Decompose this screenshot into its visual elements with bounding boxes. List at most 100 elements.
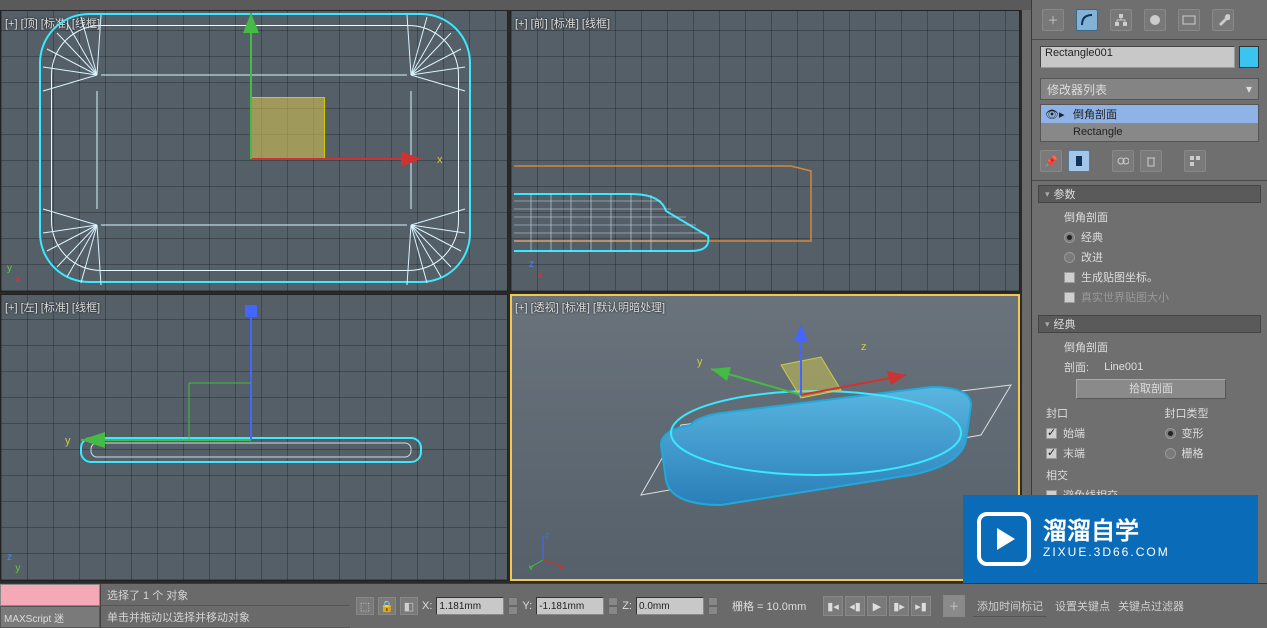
eye-icon[interactable]: 👁: [1045, 108, 1059, 121]
object-color-swatch[interactable]: [1239, 46, 1259, 68]
viewport-left[interactable]: [+] [左] [标准] [线框] y z y: [0, 294, 508, 581]
tab-motion[interactable]: [1144, 9, 1166, 31]
radio-classic[interactable]: 经典: [1046, 227, 1253, 247]
z-label: Z:: [622, 600, 632, 612]
add-time-tag-button[interactable]: 添加时间标记: [973, 596, 1047, 617]
mod-stack-item[interactable]: 👁 ▸ 倒角剖面: [1041, 105, 1258, 123]
y-input[interactable]: -1.181mm: [536, 597, 604, 615]
z-spinner[interactable]: [708, 597, 718, 615]
rollout-title: 经典: [1054, 316, 1076, 332]
front-profile: [511, 11, 1020, 292]
z-input[interactable]: 0.0mm: [636, 597, 704, 615]
mod-name: Rectangle: [1073, 126, 1123, 138]
radio-icon: [1064, 252, 1075, 263]
label-cap: 封口: [1046, 403, 1135, 423]
unique-icon: [1117, 155, 1129, 167]
checkbox-icon: [1046, 448, 1057, 459]
status-bar: MAXScript 迷 选择了 1 个 对象 单击并拖动以选择并移动对象 ⬚ 🔒…: [0, 583, 1267, 628]
radio-label: 经典: [1081, 229, 1103, 245]
tab-hierarchy[interactable]: [1110, 9, 1132, 31]
goto-start-button[interactable]: ▮◂: [823, 596, 843, 616]
svg-text:x: x: [559, 562, 564, 570]
make-unique-button[interactable]: [1112, 150, 1134, 172]
next-frame-button[interactable]: ▮▸: [889, 596, 909, 616]
svg-text:z: z: [861, 341, 867, 353]
mod-stack-item[interactable]: Rectangle: [1041, 123, 1258, 141]
mod-name: 倒角剖面: [1073, 106, 1117, 122]
svg-text:x: x: [437, 154, 443, 166]
radio-label: 变形: [1182, 425, 1204, 441]
watermark-url: ZIXUE.3D66.COM: [1043, 546, 1170, 559]
viewport-perspective[interactable]: [+] [透视] [标准] [默认明暗处理] y z zxy: [510, 294, 1020, 581]
x-input[interactable]: 1.181mm: [436, 597, 504, 615]
rollout-params: 参数 倒角剖面 经典 改进 生成贴图坐标。 真实世界贴图大小: [1038, 185, 1261, 311]
grid-readout: 栅格 = 10.0mm: [732, 598, 806, 614]
prompt-hint: 单击并拖动以选择并移动对象: [101, 606, 350, 628]
object-name-input[interactable]: Rectangle001: [1040, 46, 1235, 68]
section-value: Line001: [1104, 361, 1143, 373]
viewport-grid: [+] [顶] [标准] [线框] x: [0, 10, 1022, 583]
status-left: MAXScript 迷: [0, 584, 100, 628]
pin-stack-button[interactable]: 📌: [1040, 150, 1062, 172]
radio-improved[interactable]: 改进: [1046, 247, 1253, 267]
wrench-icon: [1216, 13, 1230, 27]
viewport-top[interactable]: [+] [顶] [标准] [线框] x: [0, 10, 508, 292]
tab-modify[interactable]: [1076, 9, 1098, 31]
rollout-header[interactable]: 参数: [1038, 185, 1261, 203]
remove-modifier-button[interactable]: [1140, 150, 1162, 172]
isolate-button[interactable]: ＋: [943, 595, 965, 617]
check-label: 生成贴图坐标。: [1081, 269, 1158, 285]
modifier-list-dropdown[interactable]: 修改器列表 ▾: [1040, 78, 1259, 100]
configure-sets-button[interactable]: [1184, 150, 1206, 172]
bend-icon: [1080, 13, 1094, 27]
motion-icon: [1148, 13, 1162, 27]
show-end-result-button[interactable]: [1068, 150, 1090, 172]
check-gen-map[interactable]: 生成贴图坐标。: [1046, 267, 1253, 287]
viewport-front[interactable]: [+] [前] [标准] [线框] z x: [510, 10, 1020, 292]
key-filter-button[interactable]: 关键点过滤器: [1118, 598, 1184, 614]
sets-icon: [1189, 155, 1201, 167]
check-label: 末端: [1063, 445, 1085, 461]
stack-toolbar: 📌: [1032, 146, 1267, 181]
selection-lock-icon[interactable]: ⬚: [356, 597, 374, 615]
modifier-stack[interactable]: 👁 ▸ 倒角剖面 Rectangle: [1040, 104, 1259, 142]
svg-text:z: z: [545, 530, 550, 540]
goto-end-button[interactable]: ▸▮: [911, 596, 931, 616]
lock-icon[interactable]: 🔒: [378, 597, 396, 615]
label-intersect: 相交: [1046, 465, 1253, 485]
modifier-list-label: 修改器列表: [1047, 81, 1107, 98]
check-end[interactable]: 末端: [1046, 443, 1135, 463]
play-button[interactable]: ▶: [867, 596, 887, 616]
y-spinner[interactable]: [608, 597, 618, 615]
rollout-classic: 经典 倒角剖面 剖面: Line001 拾取剖面 封口 始端 末端 封口类型 变…: [1038, 315, 1261, 509]
prev-frame-button[interactable]: ◂▮: [845, 596, 865, 616]
radio-morph[interactable]: 变形: [1165, 423, 1254, 443]
radio-grid[interactable]: 栅格: [1165, 443, 1254, 463]
transform-type-in: ⬚ 🔒 ◧ X: 1.181mm Y: -1.181mm Z: 0.0mm 栅格…: [350, 584, 817, 628]
svg-text:y: y: [697, 356, 703, 368]
plus-icon: ＋: [949, 598, 960, 614]
move-gizmo-top[interactable]: x: [1, 11, 508, 292]
tab-create[interactable]: ＋: [1042, 9, 1064, 31]
axis-tripod: y x: [7, 263, 20, 285]
bottom-right-tools: ＋ 添加时间标记 设置关键点 关键点过滤器: [937, 584, 1267, 628]
check-start[interactable]: 始端: [1046, 423, 1135, 443]
label-bevel-profile: 倒角剖面: [1046, 207, 1253, 227]
pin-icon: 📌: [1044, 155, 1058, 168]
check-label: 真实世界贴图大小: [1081, 289, 1169, 305]
set-key-button[interactable]: 设置关键点: [1055, 598, 1110, 614]
maxscript-label[interactable]: MAXScript 迷: [0, 606, 100, 628]
svg-text:y: y: [65, 435, 71, 447]
radio-icon: [1165, 428, 1176, 439]
absolute-mode-icon[interactable]: ◧: [400, 597, 418, 615]
axis-tripod: z y: [7, 552, 20, 574]
x-spinner[interactable]: [508, 597, 518, 615]
tab-utilities[interactable]: [1212, 9, 1234, 31]
status-messages: 选择了 1 个 对象 单击并拖动以选择并移动对象: [100, 584, 350, 628]
tab-display[interactable]: [1178, 9, 1200, 31]
time-controls: ▮◂ ◂▮ ▶ ▮▸ ▸▮: [817, 584, 937, 628]
pick-section-button[interactable]: 拾取剖面: [1076, 379, 1226, 399]
rollout-header[interactable]: 经典: [1038, 315, 1261, 333]
expand-arrow-icon[interactable]: ▸: [1059, 108, 1073, 121]
script-listener-mini[interactable]: [0, 584, 100, 606]
